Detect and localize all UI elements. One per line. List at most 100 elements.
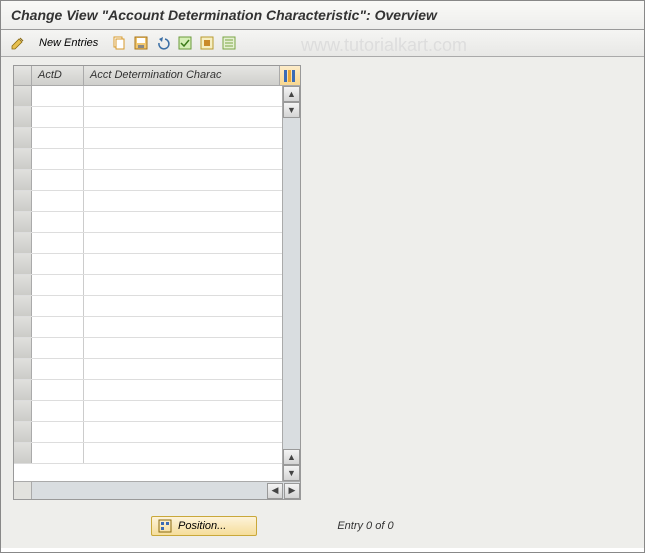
row-selector[interactable] [14,359,32,379]
cell-desc[interactable] [84,107,282,127]
cell-actd[interactable] [32,275,84,295]
position-label: Position... [178,520,226,532]
cell-desc[interactable] [84,149,282,169]
scroll-left-icon[interactable]: ◀ [267,483,283,499]
column-header-actd[interactable]: ActD [32,66,84,85]
cell-actd[interactable] [32,443,84,463]
watermark-text: www.tutorialkart.com [301,35,467,56]
cell-desc[interactable] [84,338,282,358]
corner-cell [14,482,32,499]
cell-actd[interactable] [32,254,84,274]
cell-desc[interactable] [84,401,282,421]
select-all-icon[interactable] [176,34,194,52]
cell-actd[interactable] [32,170,84,190]
entry-status: Entry 0 of 0 [337,520,393,532]
row-selector[interactable] [14,233,32,253]
table-row [14,443,282,464]
table-container: ActD Acct Determination Charac [13,65,301,500]
row-selector[interactable] [14,380,32,400]
row-selector[interactable] [14,107,32,127]
row-selector[interactable] [14,422,32,442]
select-all-header[interactable] [14,66,32,85]
horizontal-scrollbar: ◀ ▶ [14,481,300,499]
cell-actd[interactable] [32,212,84,232]
table-body: ▲ ▼ ▲ ▼ [14,86,300,481]
row-selector[interactable] [14,191,32,211]
cell-desc[interactable] [84,380,282,400]
cell-desc[interactable] [84,275,282,295]
cell-actd[interactable] [32,338,84,358]
table-row [14,107,282,128]
cell-desc[interactable] [84,86,282,106]
save-icon[interactable] [132,34,150,52]
scroll-down-step-icon[interactable]: ▼ [283,102,300,118]
cell-actd[interactable] [32,149,84,169]
cell-desc[interactable] [84,422,282,442]
cell-actd[interactable] [32,317,84,337]
position-icon [158,519,172,533]
cell-desc[interactable] [84,191,282,211]
print-icon[interactable] [220,34,238,52]
row-selector[interactable] [14,317,32,337]
table-header: ActD Acct Determination Charac [14,66,300,86]
row-selector[interactable] [14,275,32,295]
cell-actd[interactable] [32,86,84,106]
row-selector[interactable] [14,443,32,463]
table-row [14,317,282,338]
row-selector[interactable] [14,170,32,190]
table-row [14,338,282,359]
scroll-right-icon[interactable]: ▶ [284,483,300,499]
row-selector[interactable] [14,338,32,358]
copy-icon[interactable] [110,34,128,52]
deselect-all-icon[interactable] [198,34,216,52]
cell-desc[interactable] [84,233,282,253]
new-entries-button[interactable]: New Entries [31,35,106,51]
row-selector[interactable] [14,401,32,421]
change-icon[interactable] [9,34,27,52]
table-row [14,149,282,170]
table-settings-icon[interactable] [280,66,300,85]
table-row [14,296,282,317]
title-bar: Change View "Account Determination Chara… [1,1,644,30]
cell-actd[interactable] [32,422,84,442]
table-row [14,212,282,233]
row-selector[interactable] [14,86,32,106]
cell-actd[interactable] [32,380,84,400]
undo-icon[interactable] [154,34,172,52]
table-row [14,359,282,380]
row-selector[interactable] [14,296,32,316]
table-row [14,86,282,107]
vertical-scrollbar[interactable]: ▲ ▼ ▲ ▼ [282,86,300,481]
cell-desc[interactable] [84,359,282,379]
cell-actd[interactable] [32,359,84,379]
cell-desc[interactable] [84,128,282,148]
table-row [14,422,282,443]
column-header-desc[interactable]: Acct Determination Charac [84,66,280,85]
cell-actd[interactable] [32,296,84,316]
content-area: ActD Acct Determination Charac [1,57,644,548]
cell-actd[interactable] [32,233,84,253]
cell-actd[interactable] [32,401,84,421]
cell-desc[interactable] [84,317,282,337]
cell-desc[interactable] [84,212,282,232]
position-button[interactable]: Position... [151,516,257,536]
row-selector[interactable] [14,212,32,232]
cell-desc[interactable] [84,254,282,274]
cell-desc[interactable] [84,443,282,463]
cell-desc[interactable] [84,296,282,316]
row-selector[interactable] [14,254,32,274]
scroll-down-icon[interactable]: ▼ [283,465,300,481]
cell-actd[interactable] [32,191,84,211]
scroll-up-step-icon[interactable]: ▲ [283,449,300,465]
cell-desc[interactable] [84,170,282,190]
row-selector[interactable] [14,149,32,169]
scroll-up-icon[interactable]: ▲ [283,86,300,102]
cell-actd[interactable] [32,107,84,127]
cell-actd[interactable] [32,128,84,148]
table-row [14,380,282,401]
page-title: Change View "Account Determination Chara… [11,7,634,23]
row-selector[interactable] [14,128,32,148]
table-row [14,254,282,275]
hscroll-track[interactable]: ◀ ▶ [32,482,300,499]
toolbar: New Entries www.tutorialkart.com [1,30,644,57]
